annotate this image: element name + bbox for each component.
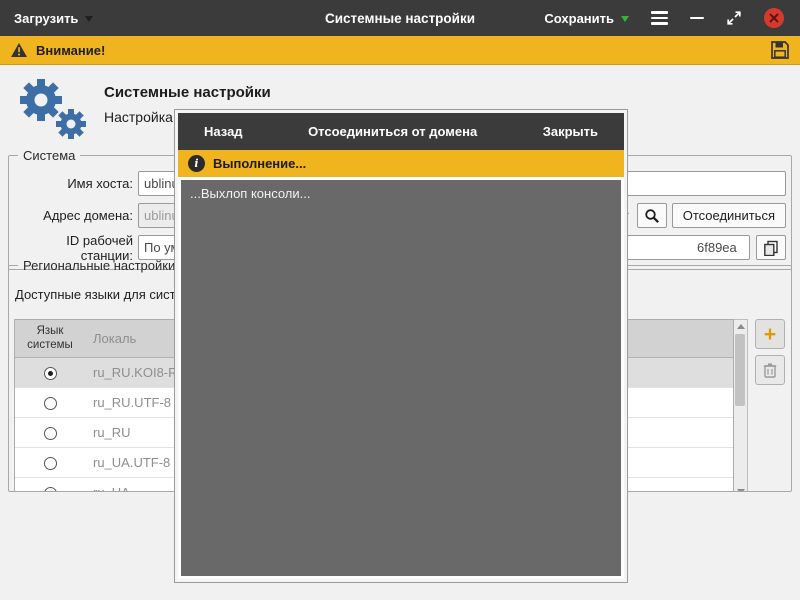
save-menu-button[interactable]: Сохранить <box>544 11 629 26</box>
delete-locale-button[interactable] <box>755 355 785 385</box>
warning-text: Внимание! <box>36 42 106 58</box>
console-output: ...Выхлоп консоли... <box>181 180 621 576</box>
dialog-close-button[interactable]: Закрыть <box>543 124 598 139</box>
search-icon <box>645 208 659 223</box>
dialog-body: ...Выхлоп консоли... <box>178 177 624 579</box>
save-menu-label: Сохранить <box>544 10 614 26</box>
dialog-status-bar: i Выполнение... <box>178 150 624 177</box>
plus-icon: + <box>763 322 777 346</box>
search-domain-button[interactable] <box>636 203 667 228</box>
system-section-legend: Система <box>23 148 76 163</box>
table-scrollbar[interactable] <box>734 319 748 491</box>
regional-section-legend: Региональные настройки <box>23 258 176 273</box>
locale-radio[interactable] <box>43 487 57 491</box>
minimize-icon[interactable] <box>690 16 704 20</box>
titlebar-controls: Сохранить <box>544 8 800 28</box>
warning-icon <box>11 43 27 57</box>
locale-radio[interactable] <box>43 367 57 381</box>
system-settings-gears-icon <box>20 79 86 139</box>
dialog-back-button[interactable]: Назад <box>204 124 243 139</box>
scrollbar-thumb[interactable] <box>735 334 745 406</box>
dialog-status-text: Выполнение... <box>213 156 307 171</box>
languages-description: Доступные языки для системы <box>15 287 201 302</box>
save-icon[interactable] <box>770 40 790 60</box>
workstation-id-value-fragment: 6f89ea <box>697 240 737 255</box>
locale-radio[interactable] <box>43 427 57 441</box>
load-menu-label: Загрузить <box>14 10 79 26</box>
trash-icon <box>763 363 777 378</box>
dialog-header: Назад Отсоединиться от домена Закрыть <box>178 113 624 150</box>
dialog-disconnect-domain-button[interactable]: Отсоединиться от домена <box>308 124 477 139</box>
domain-operation-dialog: Назад Отсоединиться от домена Закрыть i … <box>174 109 628 583</box>
titlebar: Загрузить Системные настройки Сохранить <box>0 0 800 36</box>
app-window: Загрузить Системные настройки Сохранить <box>0 0 800 600</box>
scroll-up-icon[interactable] <box>737 324 745 329</box>
chevron-down-green-icon <box>621 16 629 22</box>
page-title: Системные настройки <box>104 84 271 101</box>
load-menu-button[interactable]: Загрузить <box>0 10 94 26</box>
disconnect-button[interactable]: Отсоединиться <box>671 203 786 228</box>
table-side-buttons: + <box>755 319 785 491</box>
copy-icon <box>764 240 778 256</box>
hostname-label: Имя хоста: <box>67 176 133 191</box>
fullscreen-icon[interactable] <box>726 10 742 26</box>
column-header-system-language: Язык системы <box>27 324 73 351</box>
info-icon: i <box>188 155 205 172</box>
add-locale-button[interactable]: + <box>755 319 785 349</box>
page-subtitle: Настройка <box>104 109 173 125</box>
scroll-down-icon[interactable] <box>737 489 745 491</box>
warning-bar: Внимание! <box>0 36 800 65</box>
menu-icon[interactable] <box>651 11 668 25</box>
copy-id-button[interactable] <box>756 235 786 260</box>
locale-radio[interactable] <box>43 397 57 411</box>
locale-radio[interactable] <box>43 457 57 471</box>
chevron-down-icon <box>85 16 94 22</box>
close-window-icon[interactable] <box>764 8 784 28</box>
domain-label: Адрес домена: <box>43 208 133 223</box>
